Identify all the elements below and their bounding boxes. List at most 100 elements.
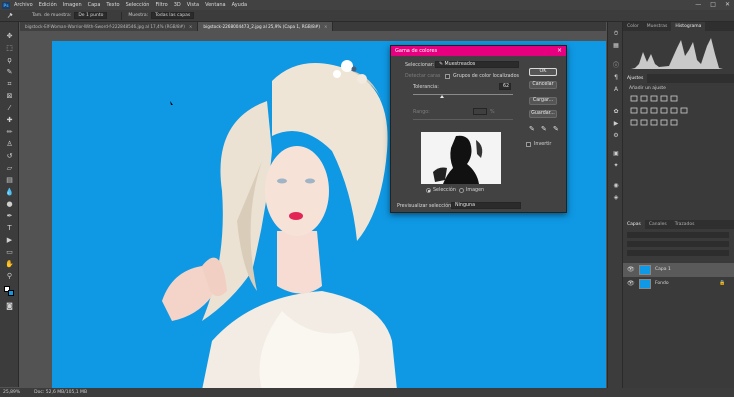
- load-button[interactable]: Cargar...: [529, 97, 557, 105]
- adobe-stock-icon[interactable]: ◈: [612, 194, 620, 202]
- menu-edicion[interactable]: Edición: [39, 2, 57, 8]
- lasso-tool-icon[interactable]: ϙ: [5, 56, 14, 65]
- zoom-level[interactable]: 25,89%: [3, 390, 20, 395]
- layers-tabs: Capas Canales Trazados: [623, 220, 734, 229]
- layer-filter-row[interactable]: [627, 232, 729, 238]
- swatches-icon[interactable]: ▣: [612, 150, 620, 158]
- frame-tool-icon[interactable]: ⊠: [5, 92, 14, 101]
- tab-elf-woman[interactable]: bigstock-Elf-Woman-Warrior-With-Sword-f-…: [20, 22, 199, 31]
- color-swatches-icon[interactable]: [4, 286, 14, 296]
- selection-preview: [421, 132, 501, 184]
- options-divider: [121, 11, 123, 20]
- tolerance-input[interactable]: 62: [499, 83, 511, 90]
- menu-3d[interactable]: 3D: [174, 2, 181, 8]
- sample-from-select[interactable]: Todas las capas: [151, 12, 195, 19]
- history-icon[interactable]: ⏱: [612, 30, 620, 38]
- doc-size[interactable]: Doc: 52,6 MB/105,1 MB: [34, 390, 87, 395]
- healing-tool-icon[interactable]: ✚: [5, 116, 14, 125]
- brush-settings-icon[interactable]: ✿: [612, 108, 620, 116]
- eye-icon[interactable]: 👁: [627, 266, 635, 273]
- menu-archivo[interactable]: Archivo: [14, 2, 33, 8]
- crop-tool-icon[interactable]: ⌗: [5, 80, 14, 89]
- hand-tool-icon[interactable]: ✋: [5, 260, 14, 269]
- tab-label: bigstock-Elf-Woman-Warrior-With-Sword-f-…: [25, 24, 185, 29]
- move-tool-icon[interactable]: ✥: [5, 32, 14, 41]
- tolerance-slider[interactable]: [413, 94, 513, 95]
- ok-button[interactable]: OK: [529, 68, 557, 76]
- tab-channels[interactable]: Canales: [645, 220, 671, 229]
- properties-icon[interactable]: ▦: [612, 42, 620, 50]
- marquee-tool-icon[interactable]: ⬚: [5, 44, 14, 53]
- selection-radio[interactable]: [426, 188, 431, 193]
- layer-thumbnail: [639, 265, 651, 275]
- close-icon[interactable]: ×: [189, 24, 193, 29]
- stamp-tool-icon[interactable]: ♙: [5, 140, 14, 149]
- select-dropdown[interactable]: ✎ Muestreados: [435, 61, 519, 68]
- menu-seleccion[interactable]: Selección: [126, 2, 150, 8]
- tolerance-slider-handle[interactable]: [440, 95, 444, 98]
- eyedropper-icon[interactable]: ✎: [529, 125, 535, 133]
- menu-capa[interactable]: Capa: [88, 2, 101, 8]
- libraries-icon[interactable]: ◉: [612, 182, 620, 190]
- quick-mask-icon[interactable]: ◙: [5, 302, 14, 311]
- preview-mask-image: [421, 132, 501, 184]
- menu-imagen[interactable]: Imagen: [63, 2, 82, 8]
- adjustments-hint: Añadir un ajuste: [629, 86, 666, 91]
- save-button[interactable]: Guardar...: [529, 110, 557, 118]
- sample-size-select[interactable]: De 1 punto: [74, 12, 108, 19]
- menu-vista[interactable]: Vista: [187, 2, 199, 8]
- eyedropper-minus-icon[interactable]: ✎: [553, 125, 559, 133]
- blend-mode-row[interactable]: [627, 241, 729, 247]
- menu-filtro[interactable]: Filtro: [155, 2, 167, 8]
- tab-swatches[interactable]: Muestras: [643, 22, 672, 31]
- eyedropper-plus-icon[interactable]: ✎: [541, 125, 547, 133]
- preview-selection-select[interactable]: Ninguna: [451, 202, 521, 209]
- tab-layers[interactable]: Capas: [623, 220, 645, 229]
- glyphs-icon[interactable]: ⚙: [612, 132, 620, 140]
- color-range-dialog: Gama de colores × Seleccionar: ✎ Muestre…: [390, 45, 567, 213]
- tab-active-document[interactable]: bigstock-2268004473_2.jpg al 25,9% (Capa…: [198, 22, 334, 31]
- image-radio[interactable]: [459, 188, 464, 193]
- zoom-tool-icon[interactable]: ⚲: [5, 272, 14, 281]
- menu-texto[interactable]: Texto: [106, 2, 119, 8]
- cancel-button[interactable]: Cancelar: [529, 81, 557, 89]
- dodge-tool-icon[interactable]: ●: [5, 200, 14, 209]
- eraser-tool-icon[interactable]: ▱: [5, 164, 14, 173]
- character-icon[interactable]: A: [612, 86, 620, 94]
- tab-color[interactable]: Color: [623, 22, 643, 31]
- lock-icon: 🔒: [719, 280, 726, 286]
- adjustment-icons-grid: [629, 94, 729, 130]
- brush-tool-icon[interactable]: ✏: [5, 128, 14, 137]
- path-select-tool-icon[interactable]: ▶: [5, 236, 14, 245]
- actions-icon[interactable]: ▶: [612, 120, 620, 128]
- close-icon[interactable]: ×: [324, 24, 328, 29]
- minimize-icon[interactable]: —: [695, 1, 701, 8]
- styles-icon[interactable]: ✦: [612, 162, 620, 170]
- lock-fill-row[interactable]: [627, 250, 729, 256]
- tab-paths[interactable]: Trazados: [671, 220, 699, 229]
- maximize-icon[interactable]: □: [710, 1, 716, 8]
- type-tool-icon[interactable]: T: [5, 224, 14, 233]
- eye-icon[interactable]: 👁: [627, 280, 635, 287]
- tab-adjustments[interactable]: Ajustes: [623, 74, 648, 83]
- layer-row-fondo[interactable]: 👁 Fondo 🔒: [623, 277, 734, 291]
- eyedropper-tool-icon[interactable]: ⁄: [5, 104, 14, 113]
- close-window-icon[interactable]: ✕: [725, 1, 730, 8]
- paragraph-icon[interactable]: ¶: [612, 74, 620, 82]
- gradient-tool-icon[interactable]: ▤: [5, 176, 14, 185]
- invert-checkbox[interactable]: [526, 142, 531, 147]
- info-icon[interactable]: ⓘ: [612, 62, 620, 70]
- localized-checkbox[interactable]: [445, 74, 450, 79]
- close-icon[interactable]: ×: [557, 46, 562, 56]
- eyedropper-tool-icon[interactable]: [6, 12, 14, 19]
- menu-ventana[interactable]: Ventana: [205, 2, 226, 8]
- shape-tool-icon[interactable]: ▭: [5, 248, 14, 257]
- blur-tool-icon[interactable]: 💧: [5, 188, 14, 197]
- quick-select-tool-icon[interactable]: ✎: [5, 68, 14, 77]
- pen-tool-icon[interactable]: ✒: [5, 212, 14, 221]
- adjustment-icons[interactable]: [629, 94, 729, 130]
- menu-ayuda[interactable]: Ayuda: [232, 2, 247, 8]
- history-brush-tool-icon[interactable]: ↺: [5, 152, 14, 161]
- tab-histogram[interactable]: Histograma: [671, 22, 706, 31]
- layer-row-capa-1[interactable]: 👁 Capa 1: [623, 263, 734, 277]
